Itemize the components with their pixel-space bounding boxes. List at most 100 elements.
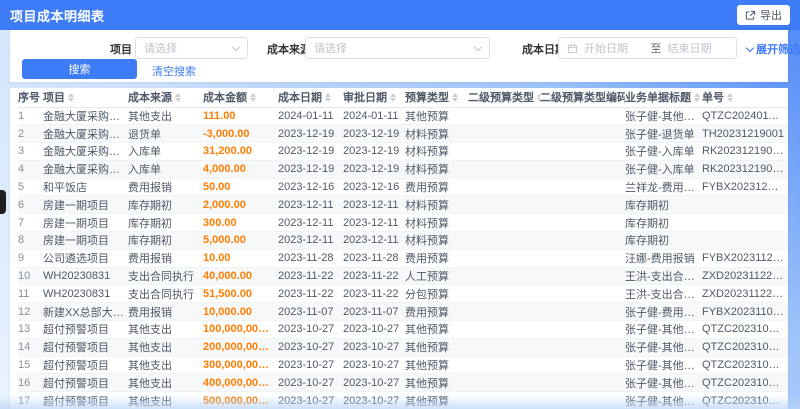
cell-col-budget-type: 费用预算 xyxy=(405,302,468,322)
column-header-col-doc-no: 单号 xyxy=(702,88,788,108)
cell-col-cost-amount: 50.00 xyxy=(203,178,278,197)
cell-col-cost-date: 2023-11-22 xyxy=(278,284,343,304)
cell-col-cost-source: 费用报销 xyxy=(128,178,203,197)
cell-col-project: 超付预警项目 xyxy=(43,391,128,409)
page-title: 项目成本明细表 xyxy=(10,8,105,24)
cell-col-doc-no: FYBX20231128001 xyxy=(702,249,788,268)
cell-col-project: 超付预警项目 xyxy=(43,320,128,339)
cell-col-cost-source: 其他支出 xyxy=(128,356,203,375)
cell-col-cost-date: 2023-12-11 xyxy=(278,231,343,250)
cell-col-index: 6 xyxy=(18,195,43,215)
chevron-down-icon xyxy=(231,42,241,51)
cell-col-sub-budget-code xyxy=(540,178,625,197)
page-header: 项目成本明细表 导出 xyxy=(0,0,800,30)
cell-col-project: 公司遴选项目 xyxy=(43,249,128,268)
cell-col-project: 房建一期项目 xyxy=(43,195,128,215)
sort-carets-icon[interactable] xyxy=(727,92,733,102)
cell-col-cost-source: 库存期初 xyxy=(128,195,203,215)
cell-col-sub-budget-code xyxy=(540,213,625,233)
cell-col-cost-source: 其他支出 xyxy=(128,373,203,393)
cell-col-doc-title: 兰祥龙-费用报销 xyxy=(625,178,702,197)
cell-col-project: 房建一期项目 xyxy=(43,231,128,250)
cell-col-cost-source: 其他支出 xyxy=(128,391,203,409)
cell-col-cost-date: 2023-11-22 xyxy=(278,267,343,286)
sort-carets-icon[interactable] xyxy=(452,92,458,102)
cell-col-doc-no: FYBX20231107001 xyxy=(702,302,788,322)
column-label: 成本日期 xyxy=(278,92,322,105)
table-row: 7 房建一期项目 库存期初 300.00 2023-12-11 2023-12-11 材料预… xyxy=(18,213,788,233)
sort-carets-icon[interactable] xyxy=(175,92,181,102)
cell-col-doc-title: 张子健-其他支出 xyxy=(625,338,702,357)
cell-col-cost-date: 2023-10-27 xyxy=(278,373,343,393)
cell-col-doc-title: 张子健-其他支出 xyxy=(625,356,702,375)
cell-col-project: 超付预警项目 xyxy=(43,373,128,393)
cell-col-doc-no xyxy=(702,213,788,233)
cell-col-doc-no: QTZC20231027002 xyxy=(702,356,788,375)
cell-col-budget-type: 材料预算 xyxy=(405,142,468,161)
table-row: 11 WH20230831 支出合同执行 51,500.00 2023-11-22 202… xyxy=(18,284,788,304)
cell-col-cost-amount: 10.00 xyxy=(203,249,278,268)
cell-col-cost-amount: 5,000.00 xyxy=(203,231,278,250)
cell-col-cost-date: 2023-12-19 xyxy=(278,160,343,179)
cell-col-doc-no: RK20231219003 xyxy=(702,142,788,161)
cell-col-sub-budget-code xyxy=(540,107,625,126)
cell-col-cost-source: 库存期初 xyxy=(128,213,203,233)
cell-col-sub-budget-code xyxy=(540,142,625,161)
cell-col-sub-budget-type xyxy=(468,178,540,197)
export-button[interactable]: 导出 xyxy=(737,5,790,25)
project-select[interactable]: 请选择 xyxy=(135,37,248,59)
cell-col-sub-budget-type xyxy=(468,267,540,286)
cell-col-budget-type: 材料预算 xyxy=(405,231,468,250)
cell-col-index: 14 xyxy=(18,338,43,357)
dock-handle[interactable] xyxy=(0,190,6,214)
table-row: 2 金融大厦采购项目 退货单 -3,000.00 2023-12-19 2023-12-1… xyxy=(18,124,788,144)
column-header-col-cost-amount: 成本金额 xyxy=(203,88,278,108)
date-separator: 至 xyxy=(650,43,662,55)
cell-col-index: 1 xyxy=(18,107,43,126)
column-header-col-index: 序号 xyxy=(18,88,43,108)
sort-carets-icon[interactable] xyxy=(694,92,700,102)
cell-col-audit-date: 2024-01-11 xyxy=(343,107,405,126)
sort-carets-icon[interactable] xyxy=(68,92,74,102)
cell-col-sub-budget-type xyxy=(468,284,540,304)
cell-col-sub-budget-type xyxy=(468,249,540,268)
cost-source-select-placeholder: 请选择 xyxy=(314,43,347,55)
cell-col-audit-date: 2023-12-19 xyxy=(343,124,405,144)
cost-date-range-input[interactable]: 开始日期 至 结束日期 xyxy=(558,37,737,59)
cell-col-doc-no: TH20231219001 xyxy=(702,124,788,144)
column-header-col-project: 项目 xyxy=(43,88,128,108)
cell-col-doc-title: 张子健-费用报销 xyxy=(625,302,702,322)
cell-col-budget-type: 材料预算 xyxy=(405,213,468,233)
sort-carets-icon[interactable] xyxy=(250,92,256,102)
date-end-placeholder: 结束日期 xyxy=(667,43,712,55)
cell-col-audit-date: 2023-10-27 xyxy=(343,320,405,339)
expand-filters-link[interactable]: 展开筛选 xyxy=(745,41,800,57)
sort-carets-icon[interactable] xyxy=(390,92,396,102)
column-label: 预算类型 xyxy=(405,92,449,105)
cell-col-cost-amount: 200,000,000.00 xyxy=(203,338,278,357)
cell-col-audit-date: 2023-11-22 xyxy=(343,284,405,304)
clear-search-link[interactable]: 清空搜索 xyxy=(152,63,196,79)
cell-col-cost-amount: 300,000,000.00 xyxy=(203,356,278,375)
project-select-placeholder: 请选择 xyxy=(144,43,177,55)
cell-col-cost-source: 其他支出 xyxy=(128,338,203,357)
cell-col-sub-budget-code xyxy=(540,249,625,268)
sort-carets-icon[interactable] xyxy=(325,92,331,102)
project-filter-label: 项目 xyxy=(110,44,132,56)
table-row: 4 金融大厦采购项目 入库单 4,000.00 2023-12-19 2023-12-19… xyxy=(18,160,788,179)
cell-col-index: 11 xyxy=(18,284,43,304)
cell-col-project: 金融大厦采购项目 xyxy=(43,160,128,179)
cell-col-sub-budget-type xyxy=(468,302,540,322)
cell-col-budget-type: 费用预算 xyxy=(405,249,468,268)
cell-col-cost-date: 2023-12-11 xyxy=(278,195,343,215)
cell-col-doc-no: ZXD20231122002 xyxy=(702,267,788,286)
cell-col-budget-type: 人工预算 xyxy=(405,267,468,286)
column-label: 二级预算类型 xyxy=(468,92,534,105)
cell-col-project: 金融大厦采购项目 xyxy=(43,107,128,126)
search-button[interactable]: 搜索 xyxy=(22,59,137,79)
table-body: 1 金融大厦采购项目 其他支出 111.00 2024-01-11 2024-01-11 其… xyxy=(18,107,788,409)
cell-col-cost-amount: 100,000,000.00 xyxy=(203,320,278,339)
cell-col-cost-date: 2023-12-16 xyxy=(278,178,343,197)
cell-col-index: 3 xyxy=(18,142,43,161)
cost-source-select[interactable]: 请选择 xyxy=(305,37,490,59)
